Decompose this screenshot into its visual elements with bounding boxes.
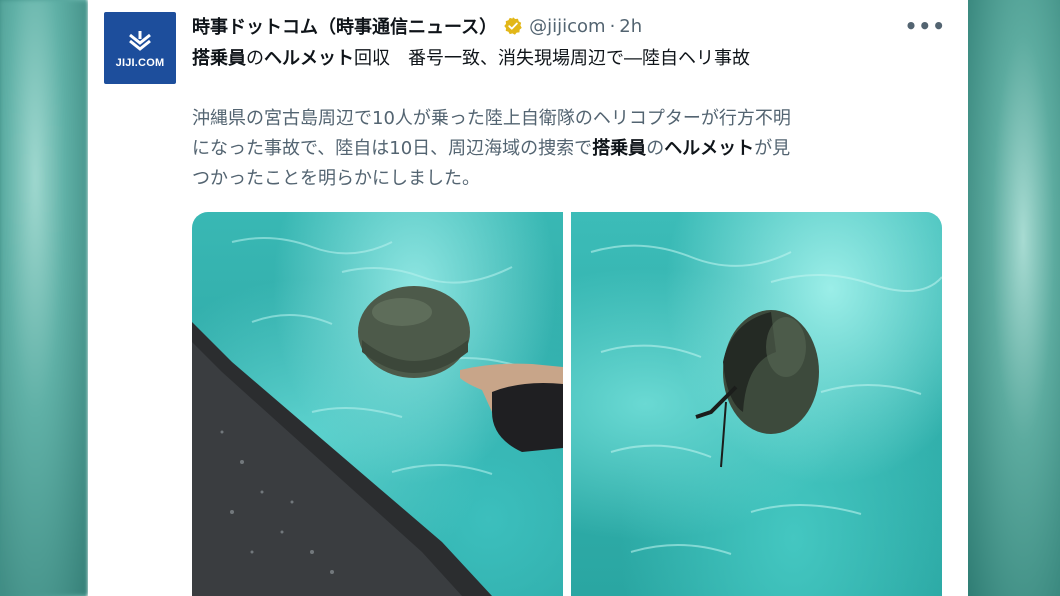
tweet-header: 時事ドットコム（時事通信ニュース） @jijicom · 2h	[192, 12, 938, 40]
body-bold-helmet: ヘルメット	[664, 138, 755, 159]
body-line-3: つかったことを明らかにしました。	[192, 164, 952, 194]
body-line-1-text: 沖縄県の宮古島周辺で10人が乗った陸上自衛隊のヘリコプターが行方不明	[192, 108, 791, 129]
more-options-icon[interactable]: •••	[905, 14, 946, 38]
tweet-card[interactable]: JIJI.COM 時事ドットコム（時事通信ニュース） @jijicom · 2h…	[88, 0, 968, 596]
body-line-2-mid: の	[646, 138, 665, 159]
headline-bold-1: 搭乗員	[192, 48, 246, 69]
background-blur-right	[968, 0, 1060, 596]
tweet-body: 沖縄県の宮古島周辺で10人が乗った陸上自衛隊のヘリコプターが行方不明 になった事…	[192, 104, 952, 194]
avatar[interactable]: JIJI.COM	[104, 12, 176, 84]
user-handle[interactable]: @jijicom	[529, 16, 605, 37]
headline-text-2: 回収 番号一致、消失現場周辺で―陸自ヘリ事故	[354, 48, 750, 69]
body-line-3-text: つかったことを明らかにしました。	[192, 168, 480, 189]
body-line-2-text: になった事故で、陸自は10日、周辺海域の捜索で	[192, 138, 593, 159]
body-line-2: になった事故で、陸自は10日、周辺海域の捜索で搭乗員のヘルメットが見	[192, 134, 952, 164]
tweet-headline: 搭乗員のヘルメット回収 番号一致、消失現場周辺で―陸自ヘリ事故	[192, 44, 952, 70]
jiji-logo-icon	[129, 31, 151, 51]
body-line-1: 沖縄県の宮古島周辺で10人が乗った陸上自衛隊のヘリコプターが行方不明	[192, 104, 952, 134]
photo-helmet-with-hand[interactable]	[192, 212, 563, 596]
body-line-2-post: が見	[754, 138, 791, 159]
verified-badge-icon[interactable]	[503, 16, 523, 36]
tweet-media[interactable]	[192, 212, 942, 596]
headline-text-1: の	[246, 48, 264, 69]
photo-right-illustration	[590, 244, 942, 555]
headline-bold-2: ヘルメット	[264, 48, 354, 69]
separator-dot: ·	[609, 15, 616, 37]
avatar-label: JIJI.COM	[115, 57, 165, 69]
body-bold-crew: 搭乗員	[592, 138, 647, 159]
timestamp[interactable]: 2h	[619, 16, 642, 37]
photo-helmet-floating[interactable]	[571, 212, 942, 596]
photo-left-illustration	[192, 237, 563, 596]
background-blur-left	[0, 0, 88, 596]
display-name[interactable]: 時事ドットコム（時事通信ニュース）	[192, 13, 497, 39]
